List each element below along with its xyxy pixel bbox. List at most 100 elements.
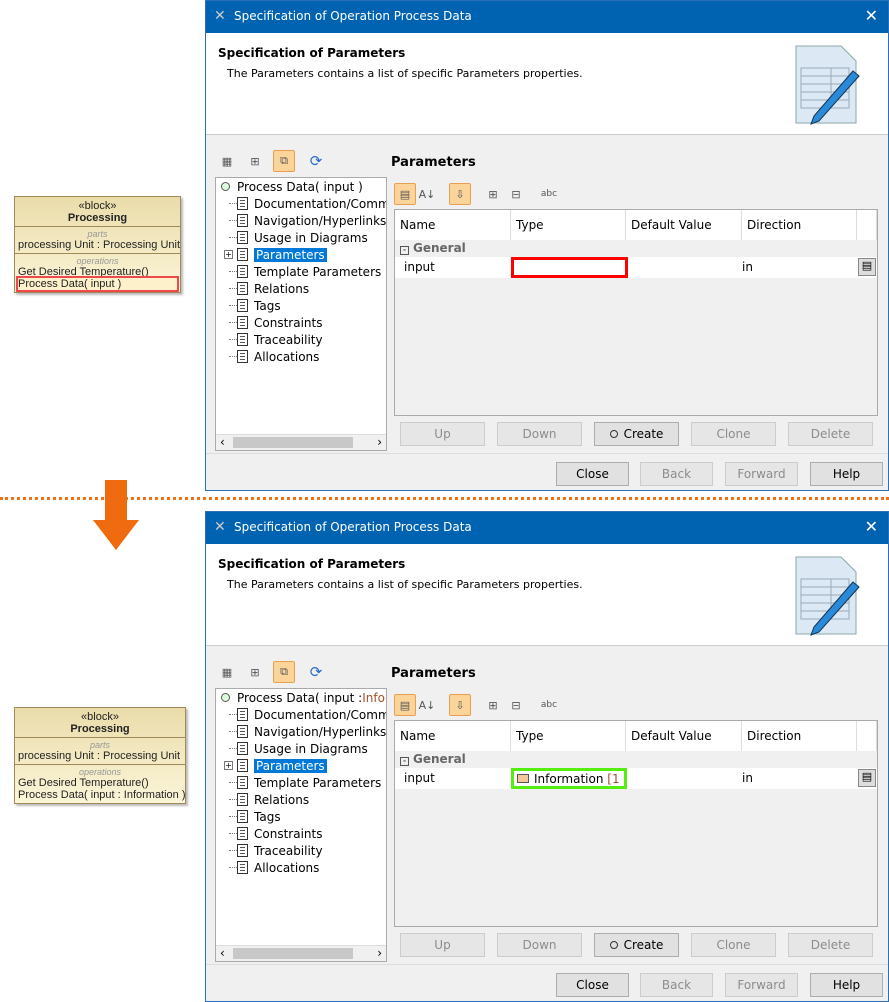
table-row[interactable]: input in ▤ [395, 257, 877, 278]
operation-item[interactable]: Get Desired Temperature() [18, 777, 182, 789]
edit-row-icon[interactable]: ▤ [858, 258, 876, 276]
refresh-icon[interactable]: ⟳ [305, 150, 327, 172]
sort-order-icon[interactable]: ⇩ [449, 183, 471, 205]
close-icon[interactable]: ✕ [865, 6, 878, 25]
column-header[interactable]: Name [395, 721, 511, 751]
tree-item[interactable]: Allocations [229, 859, 319, 876]
sort-alphabetical-icon[interactable]: A↓ [416, 183, 438, 205]
categorized-view-icon[interactable]: ▤ [394, 694, 416, 716]
tree-item[interactable]: Template Parameters [229, 263, 381, 280]
horizontal-scrollbar[interactable]: ‹ › [216, 945, 386, 961]
tree-item[interactable]: Documentation/Comments [229, 195, 386, 212]
delete-button[interactable]: Delete [788, 933, 873, 957]
table-view-icon[interactable]: ▦ [216, 150, 238, 172]
tree-item[interactable]: Navigation/Hyperlinks [229, 212, 386, 229]
operation-item-process-data[interactable]: Process Data( input : Information ) [18, 789, 186, 801]
sort-alphabetical-icon[interactable]: A↓ [416, 694, 438, 716]
forward-button[interactable]: Forward [725, 973, 798, 997]
document-icon [237, 827, 248, 840]
group-row[interactable]: - General [395, 751, 877, 768]
back-button[interactable]: Back [640, 973, 713, 997]
create-button[interactable]: Create [594, 933, 679, 957]
tree-item[interactable]: Traceability [229, 331, 323, 348]
sort-order-icon[interactable]: ⇩ [449, 694, 471, 716]
back-button[interactable]: Back [640, 462, 713, 486]
column-header[interactable]: Default Value [626, 721, 742, 751]
tree-item[interactable]: Constraints [229, 825, 322, 842]
collapse-icon[interactable]: - [400, 246, 409, 255]
tree-item[interactable]: Traceability [229, 842, 323, 859]
column-header[interactable]: Name [395, 210, 511, 240]
clone-button[interactable]: Clone [691, 422, 776, 446]
collapse-icon[interactable]: - [400, 757, 409, 766]
help-button[interactable]: Help [810, 973, 883, 997]
property-tree[interactable]: Process Data( input : Information ) Docu… [215, 688, 387, 962]
type-cell[interactable] [511, 257, 628, 278]
up-button[interactable]: Up [400, 933, 485, 957]
tree-item[interactable]: Allocations [229, 348, 319, 365]
table-row[interactable]: input Information [1 ... in ▤ [395, 768, 877, 789]
copy-view-icon[interactable]: ⧉ [273, 150, 295, 172]
part-item[interactable]: processing Unit : Processing Unit [18, 239, 180, 251]
column-header[interactable] [857, 721, 877, 751]
filter-text-icon[interactable]: abc [538, 694, 560, 716]
categorized-view-icon[interactable]: ▤ [394, 183, 416, 205]
horizontal-scrollbar[interactable]: ‹ › [216, 434, 386, 450]
document-icon [237, 350, 248, 363]
operation-item-process-data[interactable]: Process Data( input ) [16, 276, 179, 292]
clone-button[interactable]: Clone [691, 933, 776, 957]
tree-root[interactable]: Process Data( input : Information ) [221, 689, 386, 706]
expand-all-icon[interactable]: ⊞ [482, 694, 504, 716]
tree-item[interactable]: Tags [229, 808, 281, 825]
column-header[interactable]: Direction [742, 210, 857, 240]
operation-item[interactable]: Get Desired Temperature() [18, 266, 177, 278]
tree-item[interactable]: + Parameters [224, 757, 327, 774]
column-header[interactable] [857, 210, 877, 240]
expand-all-icon[interactable]: ⊞ [482, 183, 504, 205]
column-header[interactable]: Direction [742, 721, 857, 751]
block-processing[interactable]: «block» Processing parts processing Unit… [14, 707, 186, 804]
property-tree[interactable]: Process Data( input ) Documentation/Comm… [215, 177, 387, 451]
document-icon [237, 844, 248, 857]
down-button[interactable]: Down [497, 422, 582, 446]
close-button[interactable]: Close [556, 462, 629, 486]
tree-item[interactable]: Navigation/Hyperlinks [229, 723, 386, 740]
block-processing[interactable]: «block» Processing parts processing Unit… [14, 196, 181, 293]
tree-item[interactable]: Relations [229, 280, 309, 297]
column-header[interactable]: Type [511, 210, 626, 240]
create-button[interactable]: Create [594, 422, 679, 446]
expand-icon[interactable]: + [224, 250, 233, 259]
part-item[interactable]: processing Unit : Processing Unit [18, 750, 182, 762]
column-header[interactable]: Type [511, 721, 626, 751]
tree-item[interactable]: Documentation/Comments [229, 706, 386, 723]
tree-item[interactable]: Usage in Diagrams [229, 229, 368, 246]
tree-root[interactable]: Process Data( input ) [221, 178, 363, 195]
up-button[interactable]: Up [400, 422, 485, 446]
refresh-icon[interactable]: ⟳ [305, 661, 327, 683]
close-icon[interactable]: ✕ [865, 517, 878, 536]
tree-item[interactable]: Usage in Diagrams [229, 740, 368, 757]
collapse-all-icon[interactable]: ⊟ [505, 694, 527, 716]
expand-icon[interactable]: + [224, 761, 233, 770]
column-header[interactable]: Default Value [626, 210, 742, 240]
delete-button[interactable]: Delete [788, 422, 873, 446]
edit-row-icon[interactable]: ▤ [858, 769, 876, 787]
tree-item[interactable]: Tags [229, 297, 281, 314]
collapse-all-icon[interactable]: ⊟ [505, 183, 527, 205]
down-button[interactable]: Down [497, 933, 582, 957]
tree-view-icon[interactable]: ⊞ [244, 661, 266, 683]
tree-view-icon[interactable]: ⊞ [244, 150, 266, 172]
forward-button[interactable]: Forward [725, 462, 798, 486]
copy-view-icon[interactable]: ⧉ [273, 661, 295, 683]
filter-text-icon[interactable]: abc [538, 183, 560, 205]
close-button[interactable]: Close [556, 973, 629, 997]
tree-item[interactable]: Template Parameters [229, 774, 381, 791]
tree-item[interactable]: + Parameters [224, 246, 327, 263]
tree-item[interactable]: Relations [229, 791, 309, 808]
table-view-icon[interactable]: ▦ [216, 661, 238, 683]
tree-item[interactable]: Constraints [229, 314, 322, 331]
help-button[interactable]: Help [810, 462, 883, 486]
parameters-table: Name Type Default Value Direction - General … [394, 720, 878, 927]
type-cell[interactable]: Information [1 ... [511, 768, 627, 789]
group-row[interactable]: - General [395, 240, 877, 257]
